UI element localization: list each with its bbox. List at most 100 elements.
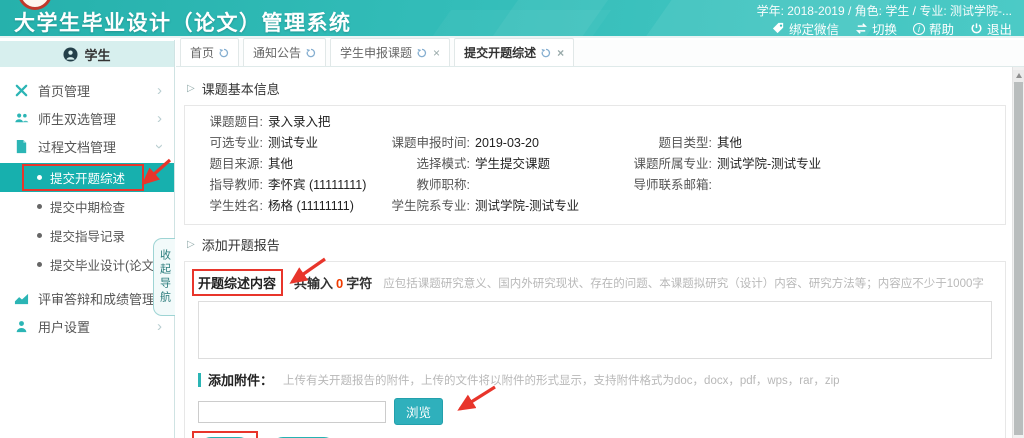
proposal-content-label: 开题综述内容 — [198, 276, 276, 291]
tab-bar: 首页 通知公告 学生申报课题 × 提交开题综述 × — [176, 40, 1024, 67]
browse-button[interactable]: 浏览 — [394, 398, 443, 425]
attachment-header-row: 添加附件： 上传有关开题报告的附件，上传的文件将以附件的形式显示，支持附件格式为… — [198, 370, 992, 389]
info-row: 课题题目:录入录入把 — [201, 112, 989, 133]
report-header-row: 开题综述内容 共输入0字符 应包括课题研究意义、国内外研究现状、存在的问题、本课… — [198, 273, 992, 292]
switch-icon — [855, 22, 868, 35]
chevron-right-icon: › — [157, 319, 162, 334]
sidebar-item-teacher-student-selection[interactable]: 师生双选管理 › — [0, 104, 174, 132]
bind-wechat-button[interactable]: 绑定微信 — [772, 19, 839, 38]
chevron-right-icon: › — [157, 111, 162, 126]
close-icon[interactable]: × — [433, 47, 440, 59]
app-header: 大学生毕业设计（论文）管理系统 学年: 2018-2019 / 角色: 学生 /… — [0, 0, 1024, 38]
annotation-arrow-browse — [448, 385, 500, 419]
help-button[interactable]: i 帮助 — [913, 19, 954, 38]
scrollbar-thumb[interactable] — [1014, 82, 1023, 435]
info-row: 指导教师:李怀宾 (11111111) 教师职称: 导师联系邮箱: — [201, 175, 989, 196]
field-value: 测试专业 — [268, 133, 318, 154]
refresh-icon[interactable] — [541, 48, 551, 58]
annotation-arrow-sidebar — [118, 158, 176, 194]
field-value: 其他 — [268, 154, 293, 175]
logout-icon — [970, 22, 983, 35]
triangle-icon: ▷ — [187, 239, 195, 250]
tab-home[interactable]: 首页 — [180, 38, 239, 66]
refresh-icon[interactable] — [417, 48, 427, 58]
field-label: 题目来源: — [201, 154, 263, 175]
file-path-input[interactable] — [198, 401, 386, 423]
field-value: 李怀宾 (11111111) — [268, 175, 366, 196]
close-icon[interactable]: × — [557, 47, 564, 59]
session-meta: 学年: 2018-2019 / 角色: 学生 / 专业: 测试学院-... — [757, 2, 1012, 19]
info-row: 可选专业:测试专业 课题申报时间:2019-03-20 题目类型:其他 — [201, 133, 989, 154]
user-circle-icon — [63, 47, 78, 62]
field-value: 测试学院-测试专业 — [717, 154, 821, 175]
sidebar-item-submit-thesis[interactable]: 提交毕业设计(论文) — [0, 250, 174, 279]
sidebar-item-process-documents[interactable]: 过程文档管理 › — [0, 132, 174, 160]
page-content: ▷ 课题基本信息 课题题目:录入录入把 可选专业:测试专业 课题申报时间:201… — [176, 67, 1012, 438]
sidebar-item-submit-proposal[interactable]: 提交开题综述 — [0, 163, 174, 192]
bullet-icon — [37, 204, 42, 209]
sidebar-item-review-defense-grades[interactable]: 评审答辩和成绩管理 › — [0, 284, 174, 312]
bullet-icon — [37, 175, 42, 180]
field-label: 选择模式: — [386, 154, 470, 175]
attachment-hint: 上传有关开题报告的附件，上传的文件将以附件的形式显示，支持附件格式为doc，do… — [283, 372, 840, 388]
refresh-icon[interactable] — [219, 48, 229, 58]
field-value: 学生提交课题 — [475, 154, 550, 175]
logout-button[interactable]: 退出 — [970, 19, 1012, 38]
bullet-icon — [37, 233, 42, 238]
field-label: 课题申报时间: — [386, 133, 470, 154]
field-label: 导师联系邮箱: — [626, 175, 712, 196]
tab-notice[interactable]: 通知公告 — [243, 38, 326, 66]
app-title: 大学生毕业设计（论文）管理系统 — [14, 7, 352, 37]
tools-icon — [14, 83, 29, 98]
sidebar: 学生 首页管理 › 师生双选管理 › 过程文档管理 › 提交开题综述 — [0, 40, 175, 438]
field-label: 学生院系专业: — [386, 196, 470, 217]
sidebar-item-home-management[interactable]: 首页管理 › — [0, 76, 174, 104]
attachment-label: 添加附件： — [208, 370, 273, 389]
chevron-down-icon: › — [152, 144, 167, 149]
field-label: 教师职称: — [386, 175, 470, 196]
file-upload-row: 浏览 — [198, 398, 992, 425]
process-documents-submenu: 提交开题综述 提交中期检查 提交指导记录 提交毕业设计(论文) — [0, 160, 174, 284]
sidebar-item-submit-midterm-check[interactable]: 提交中期检查 — [0, 192, 174, 221]
basic-info-section-title: ▷ 课题基本信息 — [187, 79, 1006, 98]
sidebar-role-label: 学生 — [84, 45, 110, 64]
field-label: 题目类型: — [626, 133, 712, 154]
char-count-value: 0 — [336, 276, 343, 291]
info-row: 题目来源:其他 选择模式:学生提交课题 课题所属专业:测试学院-测试专业 — [201, 154, 989, 175]
report-section-title: ▷ 添加开题报告 — [187, 235, 1006, 254]
proposal-content-textarea[interactable] — [198, 301, 992, 359]
report-panel: 开题综述内容 共输入0字符 应包括课题研究意义、国内外研究现状、存在的问题、本课… — [184, 261, 1006, 438]
collapse-nav-tab[interactable]: 收起导航 — [153, 238, 175, 316]
main-area: 首页 通知公告 学生申报课题 × 提交开题综述 × ▷ 课题基本信息 课题题目:… — [176, 40, 1024, 438]
content-hint: 应包括课题研究意义、国内外研究现状、存在的问题、本课题拟研究（设计）内容、研究方… — [383, 275, 984, 291]
people-icon — [14, 111, 29, 126]
bullet-icon — [37, 262, 42, 267]
chevron-up-icon — [1016, 70, 1022, 78]
refresh-icon[interactable] — [306, 48, 316, 58]
sidebar-role-header: 学生 — [0, 41, 174, 67]
field-label: 课题题目: — [201, 112, 263, 133]
header-actions: 绑定微信 切换 i 帮助 退出 — [772, 19, 1012, 38]
tab-student-apply-topic[interactable]: 学生申报课题 × — [330, 38, 450, 66]
tab-submit-proposal[interactable]: 提交开题综述 × — [454, 38, 574, 66]
wechat-bind-icon — [772, 22, 785, 35]
sidebar-item-user-settings[interactable]: 用户设置 › — [0, 312, 174, 340]
field-value: 其他 — [717, 133, 742, 154]
field-label: 课题所属专业: — [626, 154, 712, 175]
field-value: 杨格 (11111111) — [268, 196, 354, 217]
sidebar-menu: 首页管理 › 师生双选管理 › 过程文档管理 › 提交开题综述 — [0, 67, 174, 340]
field-value: 录入录入把 — [268, 112, 331, 133]
basic-info-panel: 课题题目:录入录入把 可选专业:测试专业 课题申报时间:2019-03-20 题… — [184, 105, 1006, 225]
field-label: 可选专业: — [201, 133, 263, 154]
field-label: 指导教师: — [201, 175, 263, 196]
char-count: 共输入0字符 — [294, 273, 372, 292]
chevron-right-icon: › — [157, 83, 162, 98]
document-icon — [14, 139, 29, 154]
switch-role-button[interactable]: 切换 — [855, 19, 897, 38]
info-row: 学生姓名:杨格 (11111111) 学生院系专业:测试学院-测试专业 — [201, 196, 989, 217]
vertical-scrollbar[interactable] — [1012, 67, 1024, 438]
accent-bar — [198, 373, 201, 387]
field-value: 测试学院-测试专业 — [475, 196, 579, 217]
field-label: 学生姓名: — [201, 196, 263, 217]
sidebar-item-submit-guidance-record[interactable]: 提交指导记录 — [0, 221, 174, 250]
